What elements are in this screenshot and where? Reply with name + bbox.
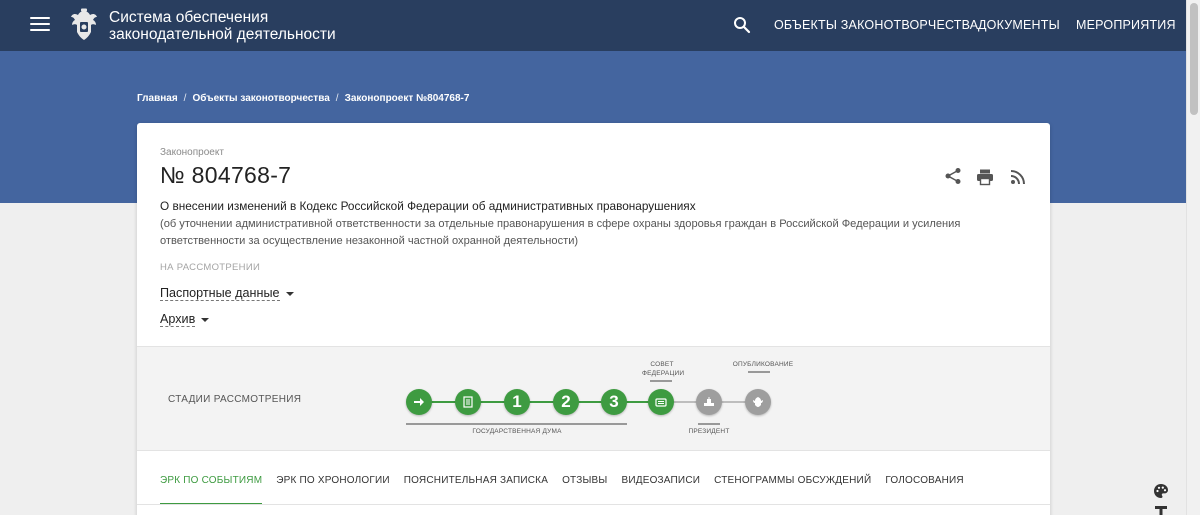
arrow-right-icon <box>414 398 424 406</box>
caption-federation-council: СОВЕТ ФЕДЕРАЦИИ <box>642 361 685 377</box>
text-format-icon[interactable] <box>1153 504 1169 515</box>
search-icon[interactable] <box>733 16 751 34</box>
chevron-down-icon <box>201 317 210 322</box>
tab-bar: ЭРК ПО СОБЫТИЯМ ЭРК ПО ХРОНОЛОГИИ ПОЯСНИ… <box>137 475 1050 505</box>
nav-events-link[interactable]: МЕРОПРИЯТИЯ <box>1076 18 1176 32</box>
tab-erk-chronology[interactable]: ЭРК ПО ХРОНОЛОГИИ <box>276 475 390 505</box>
bill-number: № 804768-7 <box>160 162 292 188</box>
tab-explanatory-note[interactable]: ПОЯСНИТЕЛЬНАЯ ЗАПИСКА <box>404 475 548 505</box>
coat-of-arms-emblem[interactable] <box>68 8 100 42</box>
passport-data-label: Паспортные данные <box>160 286 280 301</box>
archive-label: Архив <box>160 312 196 327</box>
chevron-down-icon <box>285 291 294 296</box>
duma-bracket <box>406 423 627 425</box>
breadcrumb-separator: / <box>335 93 339 104</box>
breadcrumb-home[interactable]: Главная <box>137 93 178 104</box>
bill-kind: Законопроект <box>160 147 224 158</box>
bill-card: Законопроект № 804768-7 О внесении измен… <box>137 123 1050 515</box>
rss-icon[interactable] <box>1009 168 1027 186</box>
caption-president: ПРЕЗИДЕНТ <box>688 428 730 435</box>
breadcrumb: Главная / Объекты законотворчества / Зак… <box>137 93 469 104</box>
caption-bracket <box>748 371 770 373</box>
stage-node-preliminary[interactable] <box>455 389 481 415</box>
nav-objects-link[interactable]: ОБЪЕКТЫ ЗАКОНОТВОРЧЕСТВА <box>774 18 978 32</box>
caption-state-duma: ГОСУДАРСТВЕННАЯ ДУМА <box>472 428 562 435</box>
nav-documents-link[interactable]: ДОКУМЕНТЫ <box>978 18 1060 32</box>
caption-bracket <box>650 380 672 382</box>
passport-data-dropdown[interactable]: Паспортные данные <box>160 286 294 301</box>
vertical-scrollbar[interactable] <box>1186 0 1200 515</box>
tabs-divider <box>137 504 1050 505</box>
breadcrumb-objects[interactable]: Объекты законотворчества <box>192 93 329 104</box>
stage-node-federation-council[interactable] <box>648 389 674 415</box>
status-badge: НА РАССМОТРЕНИИ <box>160 262 261 273</box>
tab-transcripts[interactable]: СТЕНОГРАММЫ ОБСУЖДЕНИЙ <box>714 475 871 505</box>
emblem-icon <box>753 397 763 407</box>
tab-videos[interactable]: ВИДЕОЗАПИСИ <box>621 475 700 505</box>
review-stages-panel: СТАДИИ РАССМОТРЕНИЯ СОВЕТ ФЕДЕРАЦИИ ОПУБ… <box>137 346 1050 451</box>
top-navigation-bar: Система обеспечения законодательной деят… <box>0 0 1186 51</box>
site-title[interactable]: Система обеспечения законодательной деят… <box>109 9 369 43</box>
federation-council-icon <box>655 398 667 407</box>
stage-node-second-reading[interactable]: 2 <box>553 389 579 415</box>
palette-icon[interactable] <box>1153 483 1169 499</box>
scrollbar-thumb[interactable] <box>1190 3 1198 115</box>
stages-label: СТАДИИ РАССМОТРЕНИЯ <box>168 394 302 405</box>
caption-publication: ОПУБЛИКОВАНИЕ <box>732 361 794 368</box>
print-icon[interactable] <box>976 168 994 186</box>
president-icon <box>704 397 714 406</box>
stage-node-third-reading[interactable]: 3 <box>601 389 627 415</box>
tab-reviews[interactable]: ОТЗЫВЫ <box>562 475 607 505</box>
tab-votings[interactable]: ГОЛОСОВАНИЯ <box>885 475 963 505</box>
hamburger-menu-icon[interactable] <box>30 17 50 33</box>
bill-subtitle: (об уточнении административной ответстве… <box>160 218 961 247</box>
breadcrumb-separator: / <box>183 93 187 104</box>
stage-node-president[interactable] <box>696 389 722 415</box>
stage-node-introduced[interactable] <box>406 389 432 415</box>
president-bracket <box>698 423 720 425</box>
share-icon[interactable] <box>944 167 962 185</box>
bill-title: О внесении изменений в Кодекс Российской… <box>160 199 696 213</box>
archive-dropdown[interactable]: Архив <box>160 312 210 327</box>
stage-node-first-reading[interactable]: 1 <box>504 389 530 415</box>
stage-node-publication[interactable] <box>745 389 771 415</box>
tab-erk-events[interactable]: ЭРК ПО СОБЫТИЯМ <box>160 475 263 505</box>
document-list-icon <box>463 396 473 408</box>
breadcrumb-current[interactable]: Законопроект №804768-7 <box>345 93 470 104</box>
